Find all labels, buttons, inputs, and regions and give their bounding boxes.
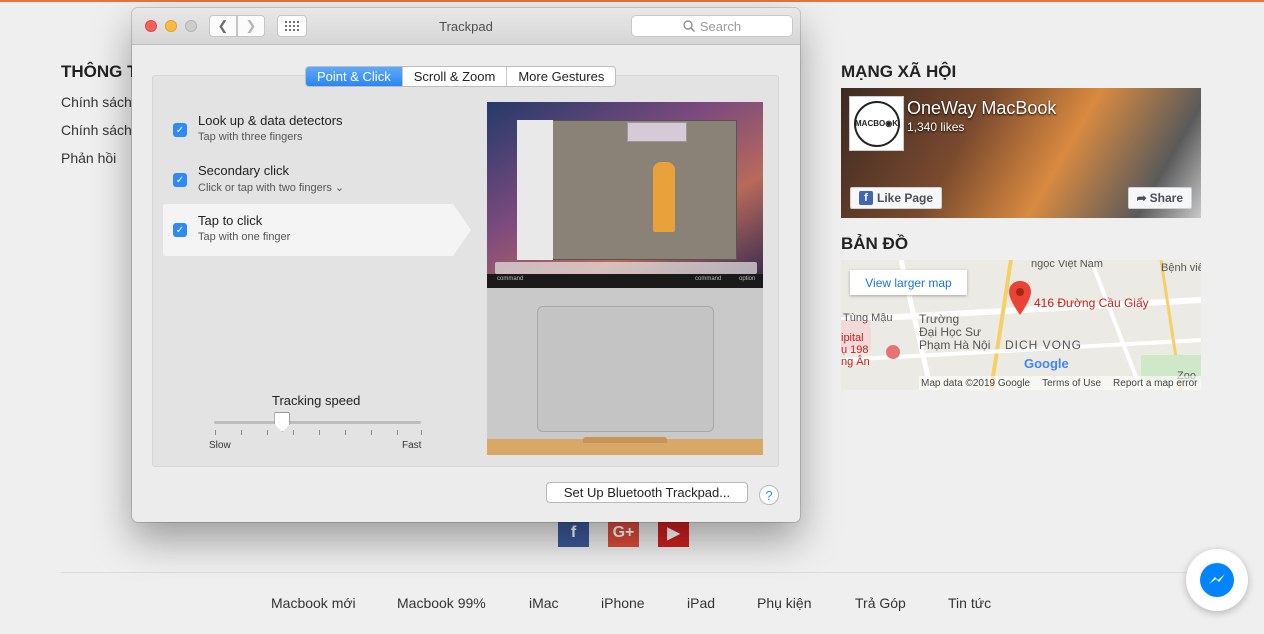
map-address-label: 416 Đường Cầu Giấy [1034,296,1149,310]
view-larger-map-link[interactable]: View larger map [850,270,967,295]
option-lookup[interactable]: ✓ Look up & data detectors Tap with thre… [163,104,453,156]
map-terms-link[interactable]: Terms of Use [1042,378,1101,389]
fb-like-page-button[interactable]: f Like Page [850,187,943,209]
nav-macbook-99[interactable]: Macbook 99% [397,595,486,611]
lookup-checkbox[interactable]: ✓ [173,123,187,137]
preview-keyboard: command command option [487,274,763,288]
map-footer: Map data ©2019 Google Terms of Use Repor… [919,376,1201,390]
messenger-chat-button[interactable] [1186,549,1248,611]
map-section-title: BẢN ĐỒ [841,234,909,253]
footer-link-policy-2[interactable]: Chính sách [61,122,132,138]
option-tap-to-click[interactable]: ✓ Tap to click Tap with one finger [163,204,471,256]
footer-link-policy-1[interactable]: Chính sách [61,94,132,110]
map-report-link[interactable]: Report a map error [1113,378,1197,389]
person-figure [653,162,675,232]
facebook-icon: f [859,191,873,205]
footer-divider [61,572,1202,573]
tab-bar: Point & Click Scroll & Zoom More Gesture… [305,66,617,87]
nav-ipad[interactable]: iPad [687,595,715,611]
settings-panel: ✓ Look up & data detectors Tap with thre… [152,75,779,467]
nav-macbook-new[interactable]: Macbook mới [271,595,356,611]
secondary-click-dropdown[interactable]: Click or tap with two fingers ⌄ [198,181,344,194]
macbook-logo: MACBO◉K [849,96,904,151]
tracking-speed-slider[interactable] [214,421,421,424]
gesture-preview-video: command command option [487,102,763,455]
tap-to-click-checkbox[interactable]: ✓ [173,223,187,237]
facebook-page-widget[interactable]: MACBO◉K OneWay MacBook 1,340 likes f Lik… [841,88,1201,218]
fb-page-name[interactable]: OneWay MacBook [907,98,1056,119]
nav-imac[interactable]: iMac [529,595,559,611]
preview-screen [487,102,763,274]
nav-iphone[interactable]: iPhone [601,595,645,611]
facebook-social-icon[interactable]: f [558,519,589,547]
fast-label: Fast [402,440,422,451]
nav-news[interactable]: Tin tức [948,595,991,611]
nav-installment[interactable]: Trả Góp [855,595,906,611]
tab-point-click[interactable]: Point & Click [306,67,403,86]
fb-likes-count: 1,340 likes [907,120,965,134]
google-plus-social-icon[interactable]: G+ [608,519,639,547]
tracking-speed-thumb[interactable] [274,412,291,432]
fb-share-button[interactable]: ➦ Share [1127,187,1192,209]
footer-link-feedback[interactable]: Phản hồi [61,150,116,166]
option-secondary-click[interactable]: ✓ Secondary click Click or tap with two … [163,154,453,206]
top-accent-bar [0,0,1264,2]
secondary-click-checkbox[interactable]: ✓ [173,173,187,187]
nav-accessories[interactable]: Phụ kiện [757,595,811,611]
map-pin-icon[interactable] [1009,281,1031,315]
tab-scroll-zoom[interactable]: Scroll & Zoom [403,67,508,86]
messenger-icon [1200,563,1234,597]
help-button[interactable]: ? [759,485,779,505]
google-logo: Google [1024,356,1069,371]
hospital-marker-icon [886,345,900,359]
map-district-label: DICH VONG [1005,338,1083,352]
search-field[interactable]: Search [631,15,793,37]
search-placeholder: Search [699,18,742,34]
setup-bluetooth-trackpad-button[interactable]: Set Up Bluetooth Trackpad... [546,482,748,503]
youtube-social-icon[interactable]: ▶ [658,519,689,547]
search-icon [683,20,695,32]
trackpad-preferences-window: ❮ ❯ Trackpad Search Point & Click Scroll… [132,8,800,522]
window-titlebar[interactable]: ❮ ❯ Trackpad Search [132,8,800,45]
slow-label: Slow [209,440,231,451]
info-column-title: THÔNG T [61,62,138,81]
tracking-speed-label: Tracking speed [272,393,361,408]
social-section-title: MẠNG XÃ HỘI [841,62,957,81]
preview-trackpad [537,306,714,432]
google-map-embed[interactable]: View larger map ngọc Việt Nam Bệnh viê T… [841,260,1201,390]
preview-dock [495,262,757,274]
tab-more-gestures[interactable]: More Gestures [507,67,615,86]
share-icon: ➦ [1136,191,1147,205]
